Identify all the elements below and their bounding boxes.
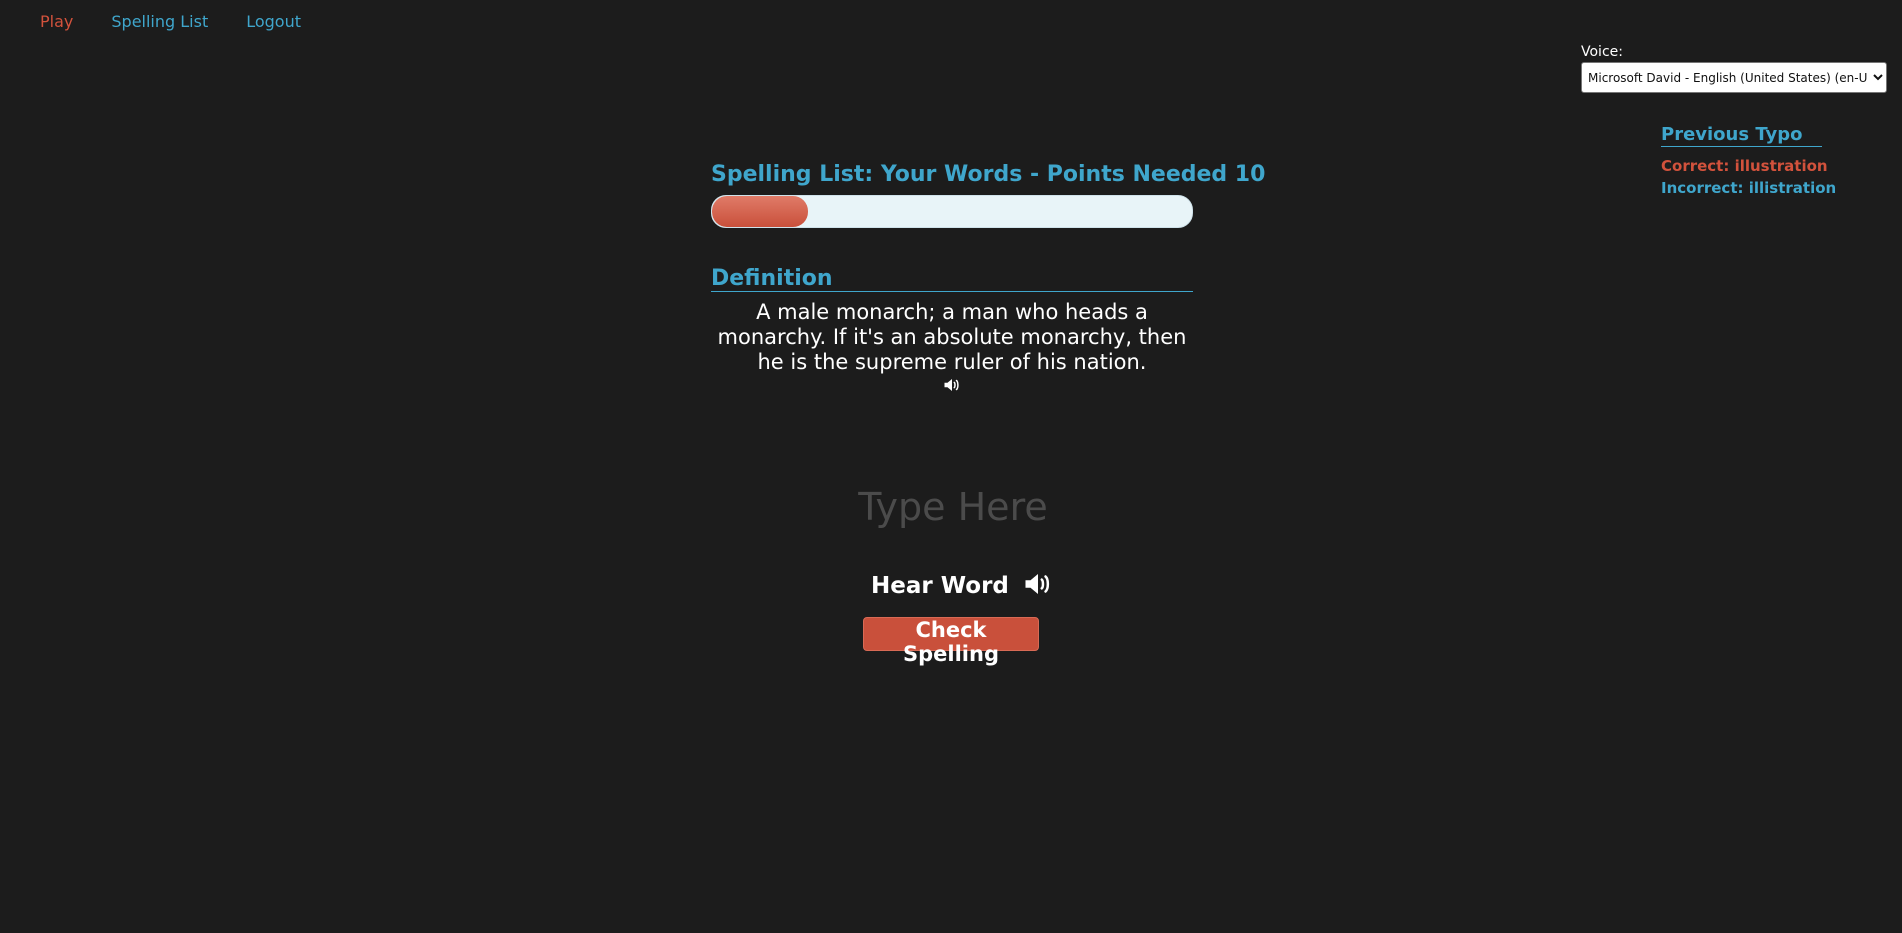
previous-typo-panel: Previous Typo Correct: illustration Inco… (1661, 124, 1836, 197)
spelling-input[interactable] (801, 478, 1105, 536)
top-nav: Play Spelling List Logout (40, 12, 301, 31)
definition-text: A male monarch; a man who heads a monarc… (717, 300, 1187, 374)
speaker-icon[interactable] (943, 377, 961, 397)
nav-spelling-list-link[interactable]: Spelling List (111, 12, 208, 31)
nav-logout-link[interactable]: Logout (246, 12, 301, 31)
points-progress-fill (712, 196, 808, 227)
check-spelling-button[interactable]: Check Spelling (863, 617, 1039, 666)
hear-word-button[interactable]: Hear Word (871, 571, 1053, 601)
previous-typo-title: Previous Typo (1661, 124, 1823, 147)
spelling-list-title: Spelling List: Your Words - Points Neede… (711, 162, 1266, 187)
voice-select[interactable]: Microsoft David - English (United States… (1581, 62, 1887, 93)
points-progress-bar (711, 195, 1193, 228)
hear-word-label: Hear Word (871, 573, 1009, 599)
previous-typo-correct: Correct: illustration (1661, 157, 1828, 175)
speaker-icon[interactable] (1023, 571, 1053, 601)
voice-label: Voice: (1581, 44, 1623, 60)
nav-play-link[interactable]: Play (40, 12, 73, 31)
main-panel: Spelling List: Your Words - Points Neede… (711, 162, 1266, 397)
previous-typo-incorrect: Incorrect: illistration (1661, 179, 1837, 197)
voice-selector: Voice: Microsoft David - English (United… (1581, 44, 1887, 93)
definition-header: Definition (711, 266, 1193, 292)
